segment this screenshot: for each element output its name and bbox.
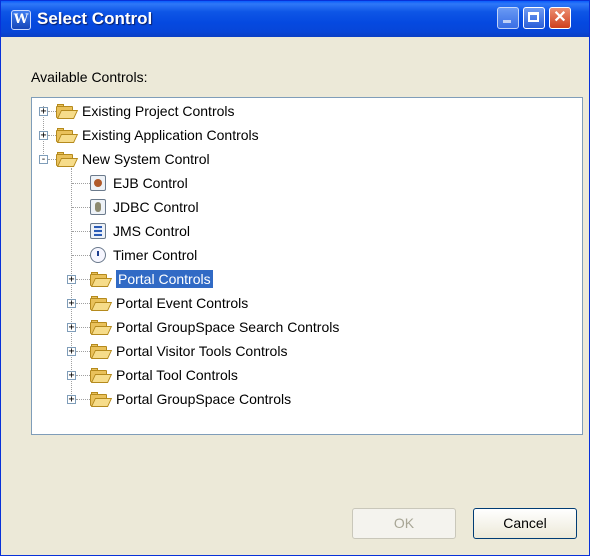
timer-icon — [90, 247, 106, 263]
ok-button[interactable]: OK — [352, 508, 456, 539]
tree-line — [76, 327, 90, 328]
folder-icon — [56, 103, 79, 119]
tree-item-existing-application-controls[interactable]: Existing Application Controls — [56, 124, 259, 146]
tree-line — [72, 183, 90, 184]
tree-line — [76, 399, 90, 400]
tree-line — [72, 255, 90, 256]
minimize-icon — [498, 8, 518, 28]
close-button[interactable]: ✕ — [549, 7, 571, 29]
cancel-button[interactable]: Cancel — [473, 508, 577, 539]
tree-item-label: Portal Visitor Tools Controls — [116, 343, 288, 359]
tree-line — [76, 279, 90, 280]
available-controls-label: Available Controls: — [31, 69, 148, 85]
tree-item-label: Portal Tool Controls — [116, 367, 238, 383]
controls-tree[interactable]: + Existing Project Controls + Existing A… — [31, 97, 583, 435]
folder-icon — [90, 295, 113, 311]
folder-icon — [90, 343, 113, 359]
ejb-icon — [90, 175, 106, 191]
close-icon: ✕ — [553, 9, 567, 26]
tree-line — [76, 303, 90, 304]
tree-item-portal-tool-controls[interactable]: Portal Tool Controls — [90, 364, 238, 386]
title-bar[interactable]: W Select Control ✕ — [1, 1, 589, 37]
tree-item-label: Timer Control — [113, 247, 198, 263]
tree-item-label: JMS Control — [113, 223, 191, 239]
expand-icon[interactable]: + — [67, 371, 76, 381]
tree-line — [72, 207, 90, 208]
tree-item-label: Portal Event Controls — [116, 295, 249, 311]
tree-line — [76, 375, 90, 376]
tree-line — [48, 159, 56, 160]
tree-item-new-system-control[interactable]: New System Control — [56, 148, 210, 170]
tree-item-label: Portal GroupSpace Search Controls — [116, 319, 340, 335]
tree-item-label: EJB Control — [113, 175, 188, 191]
select-control-dialog: W Select Control ✕ Available Controls: +… — [0, 0, 590, 556]
expand-icon[interactable]: + — [67, 299, 76, 309]
tree-item-portal-event-controls[interactable]: Portal Event Controls — [90, 292, 248, 314]
collapse-icon[interactable]: - — [39, 155, 48, 165]
folder-icon — [90, 391, 113, 407]
tree-line — [48, 135, 56, 136]
tree-item-label: Existing Project Controls — [82, 103, 235, 119]
tree-item-label: Existing Application Controls — [82, 127, 259, 143]
tree-item-ejb-control[interactable]: EJB Control — [90, 172, 188, 194]
folder-icon — [56, 127, 79, 143]
folder-icon — [90, 271, 113, 287]
expand-icon[interactable]: + — [67, 347, 76, 357]
tree-item-jms-control[interactable]: JMS Control — [90, 220, 190, 242]
tree-line — [76, 351, 90, 352]
tree-line — [72, 231, 90, 232]
tree-item-timer-control[interactable]: Timer Control — [90, 244, 197, 266]
tree-item-label-selected: Portal Controls — [116, 270, 213, 288]
folder-icon — [90, 319, 113, 335]
expand-icon[interactable]: + — [67, 323, 76, 333]
expand-icon[interactable]: + — [67, 275, 76, 285]
maximize-button[interactable] — [523, 7, 545, 29]
expand-icon[interactable]: + — [39, 107, 48, 117]
window-title: Select Control — [37, 9, 153, 28]
tree-item-jdbc-control[interactable]: JDBC Control — [90, 196, 199, 218]
jdbc-icon — [90, 199, 106, 215]
tree-item-portal-groupspace-controls[interactable]: Portal GroupSpace Controls — [90, 388, 291, 410]
tree-item-portal-visitor-tools-controls[interactable]: Portal Visitor Tools Controls — [90, 340, 287, 362]
tree-item-label: JDBC Control — [113, 199, 199, 215]
minimize-button[interactable] — [497, 7, 519, 29]
folder-icon — [90, 367, 113, 383]
folder-open-icon — [56, 151, 79, 167]
expand-icon[interactable]: + — [39, 131, 48, 141]
tree-item-label: Portal GroupSpace Controls — [116, 391, 292, 407]
tree-item-portal-controls[interactable]: Portal Controls — [90, 268, 213, 290]
tree-item-label: New System Control — [82, 151, 210, 167]
tree-item-portal-groupspace-search-controls[interactable]: Portal GroupSpace Search Controls — [90, 316, 339, 338]
jms-icon — [90, 223, 106, 239]
expand-icon[interactable]: + — [67, 395, 76, 405]
tree-item-existing-project-controls[interactable]: Existing Project Controls — [56, 100, 235, 122]
app-logo-icon: W — [11, 10, 31, 30]
maximize-icon — [524, 8, 544, 28]
tree-line — [48, 111, 56, 112]
